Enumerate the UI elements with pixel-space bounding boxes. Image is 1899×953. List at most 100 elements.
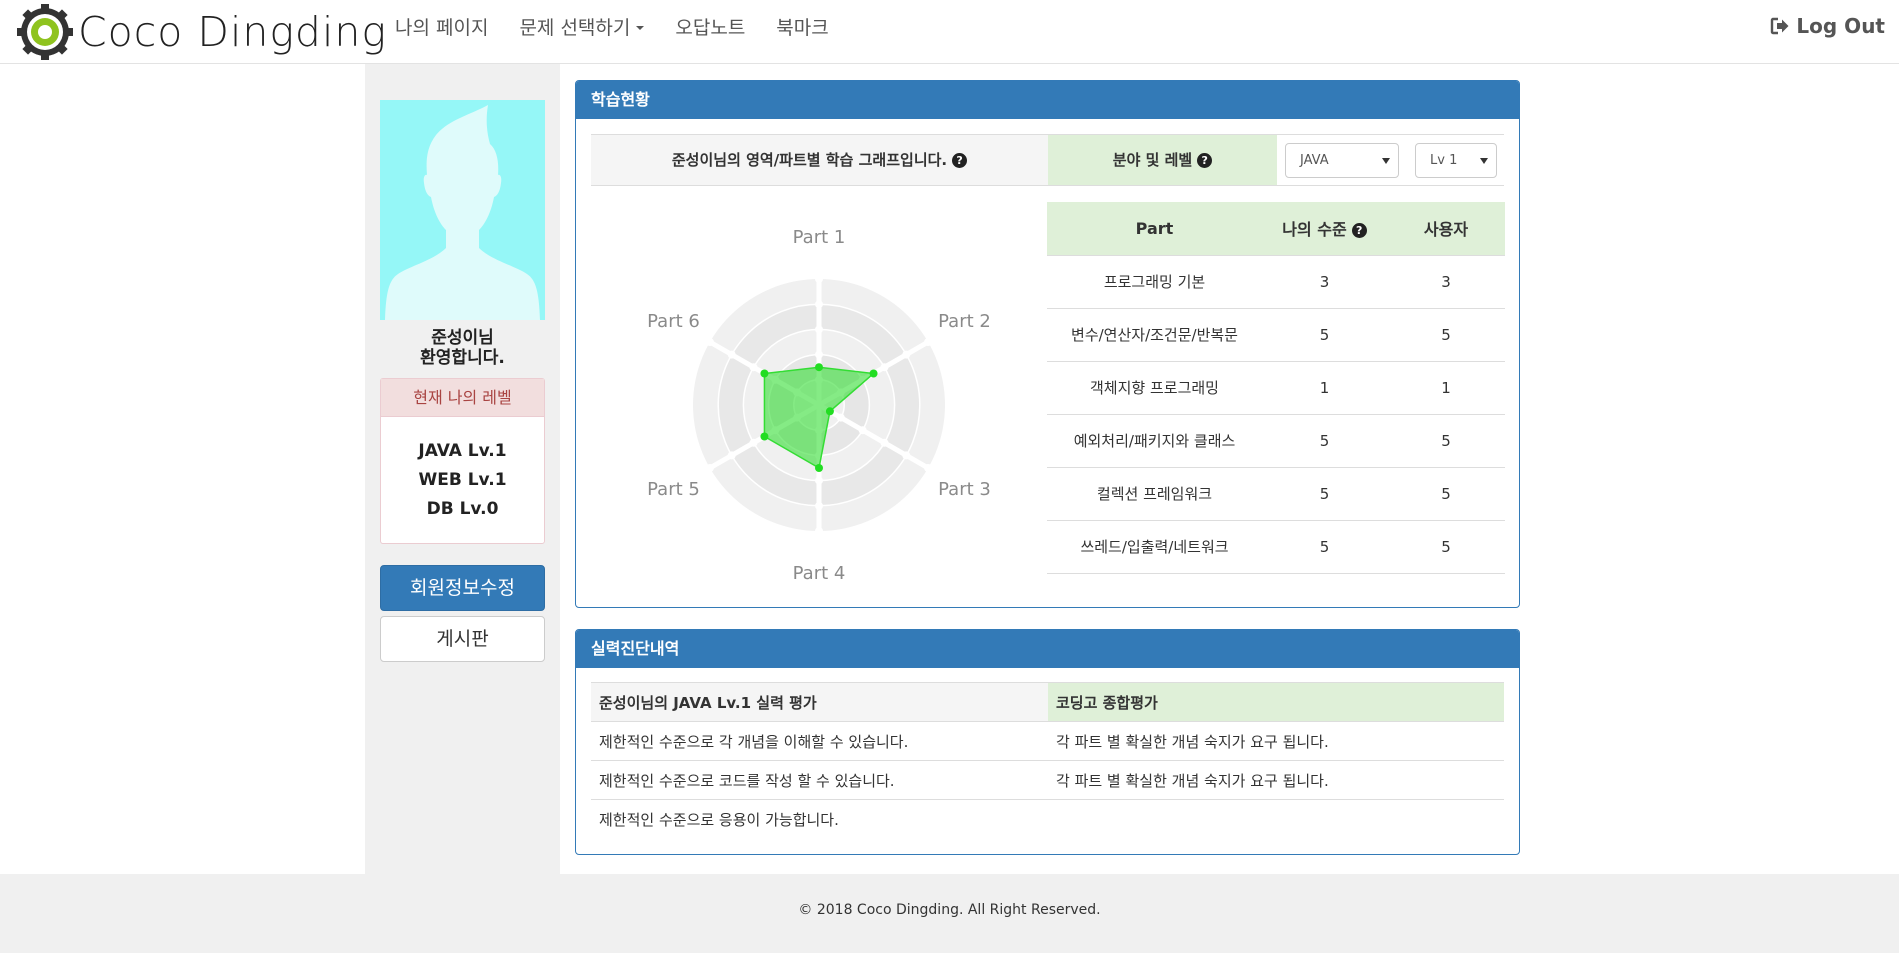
board-button[interactable]: 게시판 [380, 616, 545, 662]
radar-tick-dot [815, 527, 823, 535]
part-users: 5 [1387, 414, 1505, 468]
radar-chart: Part 1 Part 2 Part 3 Part 4 Part 5 Part 6 [647, 227, 991, 584]
radar-tick-dot [858, 426, 867, 435]
radar-point [760, 432, 769, 441]
user-silhouette-icon [385, 105, 540, 320]
radar-point [869, 369, 878, 378]
nav-bookmark[interactable]: 북마크 [776, 13, 828, 40]
logout-button[interactable]: Log Out [1770, 14, 1885, 38]
radar-axis-label: Part 6 [647, 311, 700, 332]
brand[interactable]: Coco Dingding [16, 3, 387, 61]
table-row: 제한적인 수준으로 코드를 작성 할 수 있습니다. 각 파트 별 확실한 개념 … [591, 760, 1504, 800]
main-nav: 나의 페이지 문제 선택하기 오답노트 북마크 [395, 0, 860, 52]
eval-overall-text: 각 파트 별 확실한 개념 숙지가 요구 됩니다. [1048, 721, 1504, 761]
nav-select-problem-label: 문제 선택하기 [519, 16, 631, 39]
radar-tick-dot [924, 338, 933, 346]
graph-title: 준성이님의 영역/파트별 학습 그래프입니다.? [591, 135, 1048, 185]
col-my-level: 나의 수준? [1262, 202, 1387, 256]
eval-skill-text: 제한적인 수준으로 코드를 작성 할 수 있습니다. [591, 760, 1048, 800]
welcome-name: 준성이님 [431, 328, 494, 348]
part-my-level: 1 [1262, 361, 1387, 415]
radar-tick-dot [705, 338, 714, 346]
radar-tick-dot [924, 464, 933, 472]
nav-select-problem-dropdown[interactable]: 문제 선택하기 [519, 13, 645, 40]
level-select[interactable]: Lv 1 [1415, 143, 1497, 178]
radar-tick-dot [727, 451, 736, 460]
field-select[interactable]: JAVA [1285, 143, 1399, 178]
radar-point [825, 407, 834, 416]
part-users: 5 [1387, 467, 1505, 521]
nav-wrong-answer-note[interactable]: 오답노트 [675, 13, 745, 40]
sidebar: 준성이님 환영합니다. 현재 나의 레벨 JAVA Lv.1 WEB Lv.1 … [365, 64, 560, 874]
logout-label: Log Out [1796, 14, 1885, 38]
radar-tick-dot [749, 438, 758, 447]
radar-tick-dot [880, 438, 889, 447]
question-circle-icon[interactable]: ? [952, 153, 968, 168]
part-my-level: 5 [1262, 467, 1387, 521]
evaluation-header: 준성이님의 JAVA Lv.1 실력 평가 코딩고 종합평가 [591, 682, 1504, 722]
col-my-level-label: 나의 수준 [1282, 220, 1347, 240]
logout-icon [1771, 17, 1789, 35]
field-level-label: 분야 및 레벨? [1048, 135, 1277, 185]
welcome-greeting: 환영합니다. [420, 348, 505, 368]
table-row: 제한적인 수준으로 응용이 가능합니다. [591, 800, 1504, 839]
part-users: 1 [1387, 361, 1505, 415]
caret-down-icon [636, 26, 645, 30]
table-row: 프로그래밍 기본 3 3 [1047, 255, 1505, 309]
copyright-text: © 2018 Coco Dingding. All Right Reserved… [798, 902, 1101, 918]
level-list: JAVA Lv.1 WEB Lv.1 DB Lv.0 [381, 417, 544, 524]
parts-table-header: Part 나의 수준? 사용자 [1047, 202, 1505, 256]
radar-tick-dot [815, 275, 823, 283]
part-users: 5 [1387, 308, 1505, 362]
table-row: 제한적인 수준으로 각 개념을 이해할 수 있습니다. 각 파트 별 확실한 개념… [591, 721, 1504, 761]
nav-my-page[interactable]: 나의 페이지 [395, 13, 488, 40]
avatar [380, 100, 545, 320]
part-my-level: 5 [1262, 520, 1387, 574]
question-circle-icon[interactable]: ? [1351, 223, 1367, 239]
radar-tick-dot [902, 350, 911, 359]
eval-overall-text [1048, 800, 1504, 839]
parts-table: Part 나의 수준? 사용자 프로그래밍 기본 3 3 변수/연산자/조건문/반복… [1047, 202, 1505, 574]
eval-col-skill: 준성이님의 JAVA Lv.1 실력 평가 [591, 682, 1048, 722]
radar-tick-dot [815, 325, 823, 334]
part-my-level: 3 [1262, 255, 1387, 309]
study-status-heading: 학습현황 [576, 81, 1519, 119]
eval-skill-text: 제한적인 수준으로 각 개념을 이해할 수 있습니다. [591, 721, 1048, 761]
eval-col-overall: 코딩고 종합평가 [1048, 682, 1504, 722]
eval-overall-text: 각 파트 별 확실한 개념 숙지가 요구 됩니다. [1048, 760, 1504, 800]
study-status-panel: 학습현황 준성이님의 영역/파트별 학습 그래프입니다.? 분야 및 레벨? J… [575, 80, 1520, 608]
table-row: 쓰레드/입출력/네트워크 5 5 [1047, 520, 1505, 574]
radar-tick-dot [815, 300, 823, 309]
field-level-text: 분야 및 레벨 [1112, 151, 1193, 169]
level-web: WEB Lv.1 [418, 470, 507, 490]
radar-point [760, 369, 769, 378]
part-users: 5 [1387, 520, 1505, 574]
radar-tick-dot [880, 363, 889, 372]
table-row: 컬렉션 프레임워크 5 5 [1047, 467, 1505, 521]
eval-skill-text: 제한적인 수준으로 응용이 가능합니다. [599, 810, 839, 829]
footer: © 2018 Coco Dingding. All Right Reserved… [0, 874, 1899, 953]
radar-axis-label: Part 3 [938, 479, 991, 500]
radar-point [815, 464, 823, 472]
radar-tick-dot [727, 350, 736, 359]
evaluation-table: 준성이님의 JAVA Lv.1 실력 평가 코딩고 종합평가 제한적인 수준으로… [591, 682, 1504, 839]
question-circle-icon[interactable]: ? [1197, 153, 1213, 168]
top-navbar: Coco Dingding 나의 페이지 문제 선택하기 오답노트 북마크 Lo… [0, 0, 1899, 64]
level-db: DB Lv.0 [426, 499, 499, 519]
current-level-heading: 현재 나의 레벨 [381, 379, 544, 417]
part-name: 쓰레드/입출력/네트워크 [1047, 520, 1262, 574]
edit-profile-button[interactable]: 회원정보수정 [380, 565, 545, 611]
radar-tick-dot [902, 451, 911, 460]
table-row: 객체지향 프로그래밍 1 1 [1047, 361, 1505, 415]
col-users: 사용자 [1387, 202, 1505, 256]
part-users: 3 [1387, 255, 1505, 309]
table-row: 변수/연산자/조건문/반복문 5 5 [1047, 308, 1505, 362]
gear-logo-icon [17, 4, 73, 60]
radar-tick-dot [705, 464, 714, 472]
part-name: 객체지향 프로그래밍 [1047, 361, 1262, 415]
col-part: Part [1047, 202, 1262, 256]
part-my-level: 5 [1262, 414, 1387, 468]
part-name: 예외처리/패키지와 클래스 [1047, 414, 1262, 468]
radar-axis-label: Part 4 [793, 563, 846, 584]
radar-axis-label: Part 5 [647, 479, 700, 500]
